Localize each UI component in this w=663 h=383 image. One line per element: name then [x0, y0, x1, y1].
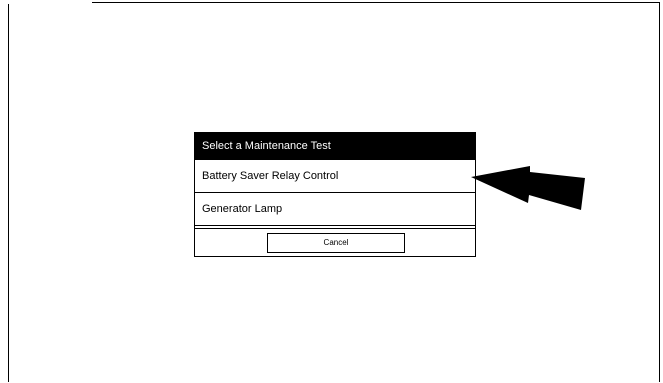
arrow-left-icon: [471, 166, 585, 210]
arrow-shape: [471, 166, 585, 210]
